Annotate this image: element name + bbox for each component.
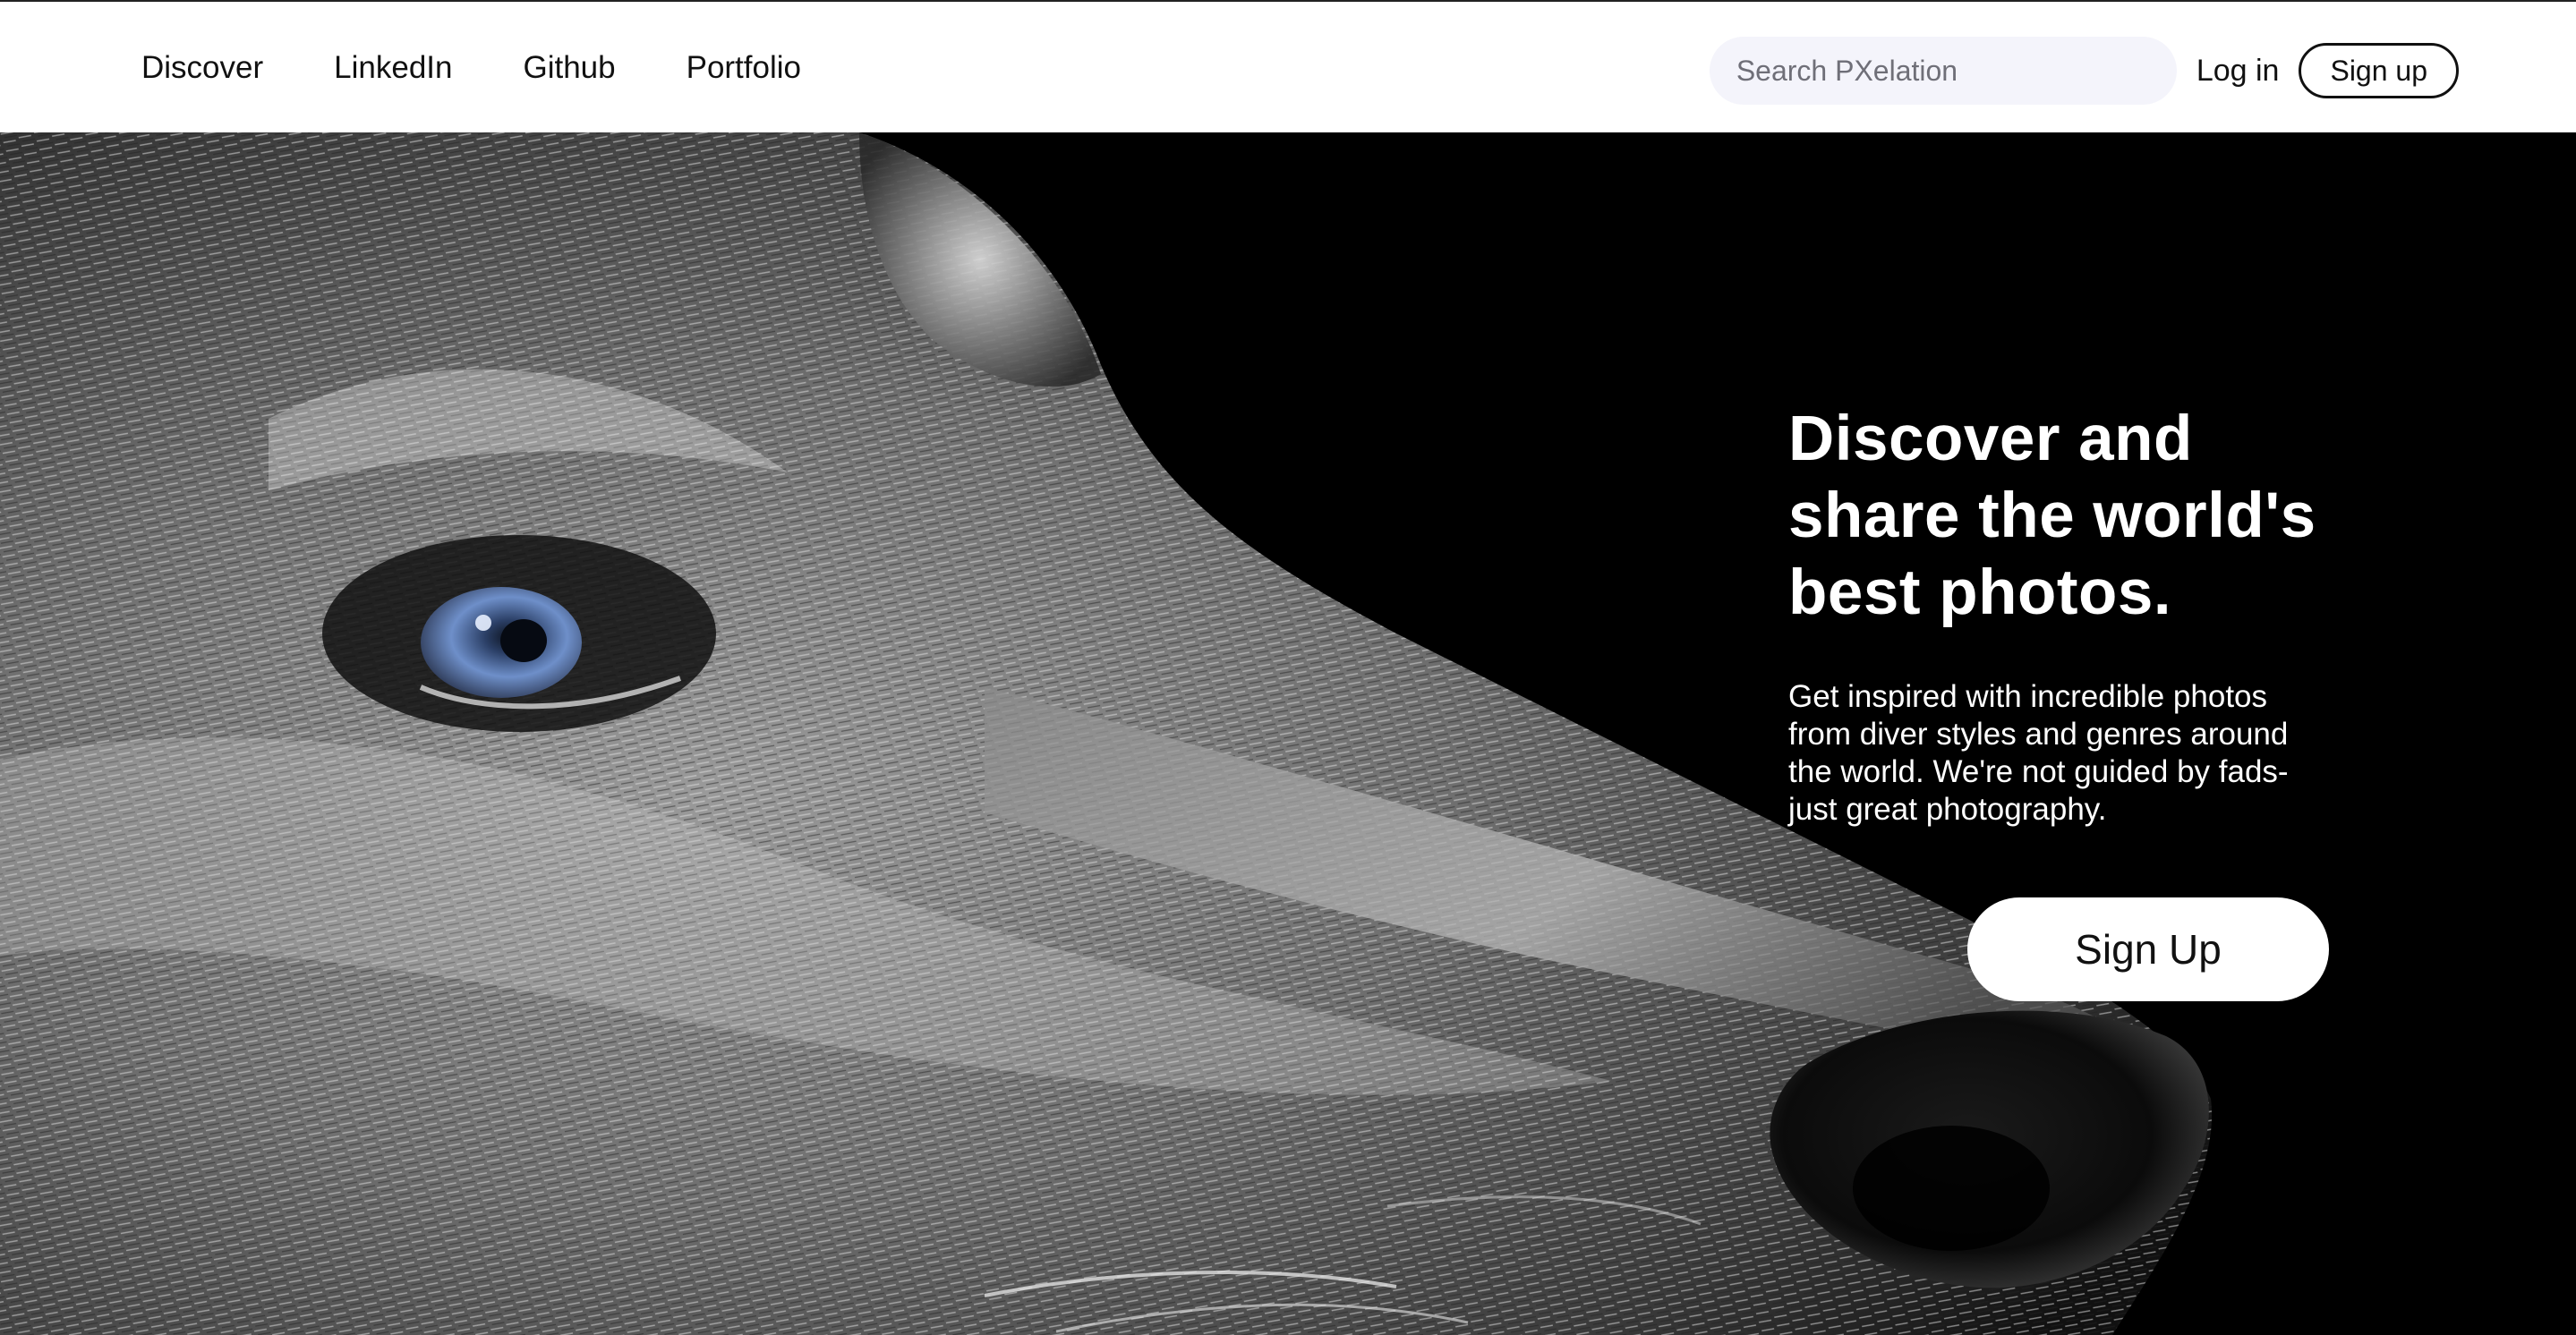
nav-link-portfolio[interactable]: Portfolio <box>687 48 801 88</box>
hero-description-line: just great photography. <box>1788 792 2107 827</box>
hero-title-line: share the world's <box>1788 480 2316 551</box>
nav-link-github[interactable]: Github <box>523 48 615 88</box>
login-link[interactable]: Log in <box>2196 54 2280 89</box>
search-box <box>1709 37 2177 105</box>
hero-copy: Discover and share the world's best phot… <box>1788 401 2361 829</box>
hero-section: Discover and share the world's best phot… <box>0 132 2576 1335</box>
nav-link-discover[interactable]: Discover <box>141 48 263 88</box>
hero-description: Get inspired with incredible photos from… <box>1788 678 2343 829</box>
hero-description-line: from diver styles and genres around <box>1788 717 2289 752</box>
top-navbar: Discover LinkedIn Github Portfolio Log i… <box>0 0 2576 132</box>
hero-description-line: the world. We're not guided by fads- <box>1788 754 2289 789</box>
search-input[interactable] <box>1709 54 2177 88</box>
hero-description-line: Get inspired with incredible photos <box>1788 679 2268 714</box>
hero-title-line: Discover and <box>1788 404 2193 474</box>
signup-nav-button[interactable]: Sign up <box>2299 43 2459 98</box>
primary-nav: Discover LinkedIn Github Portfolio <box>141 48 872 88</box>
hero-signup-button[interactable]: Sign Up <box>1967 897 2329 1001</box>
nav-actions: Log in Sign up <box>1709 37 2459 105</box>
nav-link-linkedin[interactable]: LinkedIn <box>334 48 452 88</box>
hero-title-line: best photos. <box>1788 557 2172 628</box>
hero-title: Discover and share the world's best phot… <box>1788 401 2361 632</box>
page: Discover LinkedIn Github Portfolio Log i… <box>0 0 2576 1335</box>
